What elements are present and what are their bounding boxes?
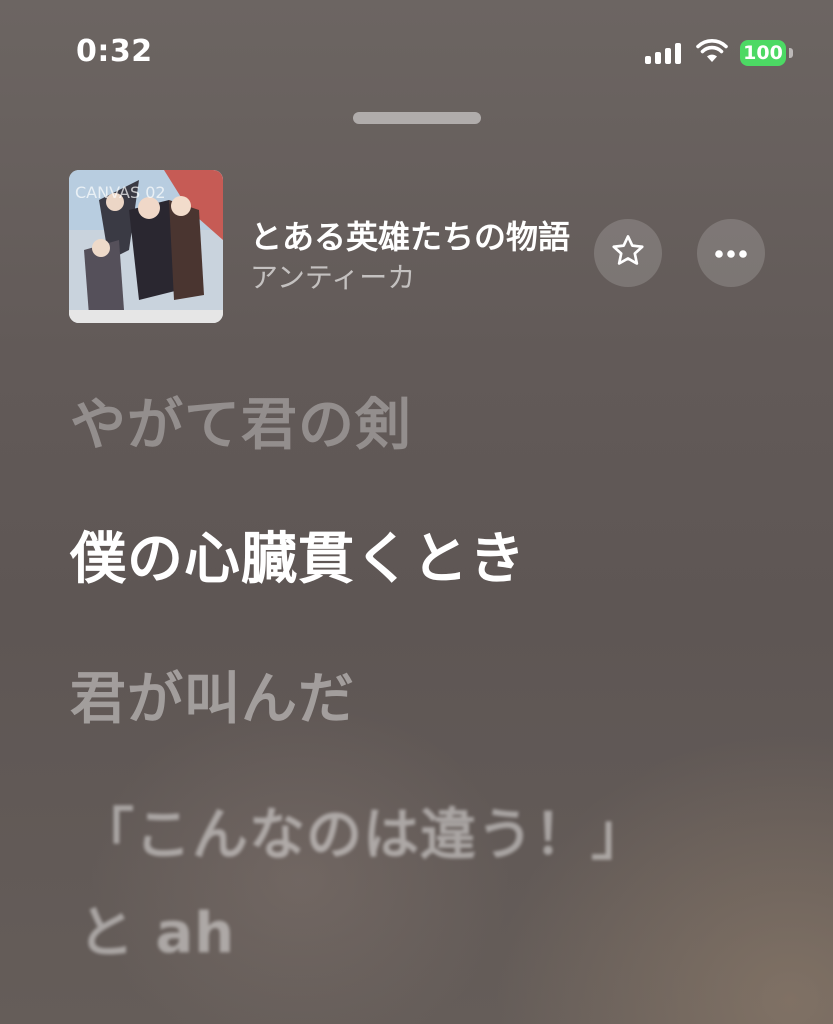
album-art[interactable]: CANVAS 02 bbox=[69, 170, 223, 323]
lyric-line-upcoming[interactable]: 「こんなのは違う！」 bbox=[78, 790, 648, 871]
ellipsis-icon bbox=[712, 244, 750, 263]
favorite-button[interactable] bbox=[594, 219, 662, 287]
battery-tip bbox=[789, 48, 793, 58]
sheet-grabber-handle[interactable] bbox=[353, 112, 481, 124]
song-artist[interactable]: アンティーカ bbox=[250, 256, 415, 296]
battery-level: 100 bbox=[743, 42, 783, 64]
song-title[interactable]: とある英雄たちの物語 bbox=[250, 212, 585, 258]
album-art-text: CANVAS 02 bbox=[75, 183, 166, 202]
lyric-line-current[interactable]: 僕の心臓貫くとき bbox=[70, 514, 526, 595]
lyric-line-next[interactable]: 君が叫んだ bbox=[70, 654, 355, 735]
status-bar: 0:32 100 bbox=[0, 0, 833, 100]
lyric-line-previous[interactable]: やがて君の剣 bbox=[70, 380, 412, 461]
battery-icon: 100 bbox=[740, 40, 786, 66]
more-options-button[interactable] bbox=[697, 219, 765, 287]
wifi-icon bbox=[696, 38, 728, 64]
star-outline-icon bbox=[609, 232, 647, 274]
status-time: 0:32 bbox=[76, 34, 153, 69]
lyric-line-upcoming-2[interactable]: と ah bbox=[78, 888, 235, 969]
signal-bars-icon bbox=[645, 42, 683, 64]
